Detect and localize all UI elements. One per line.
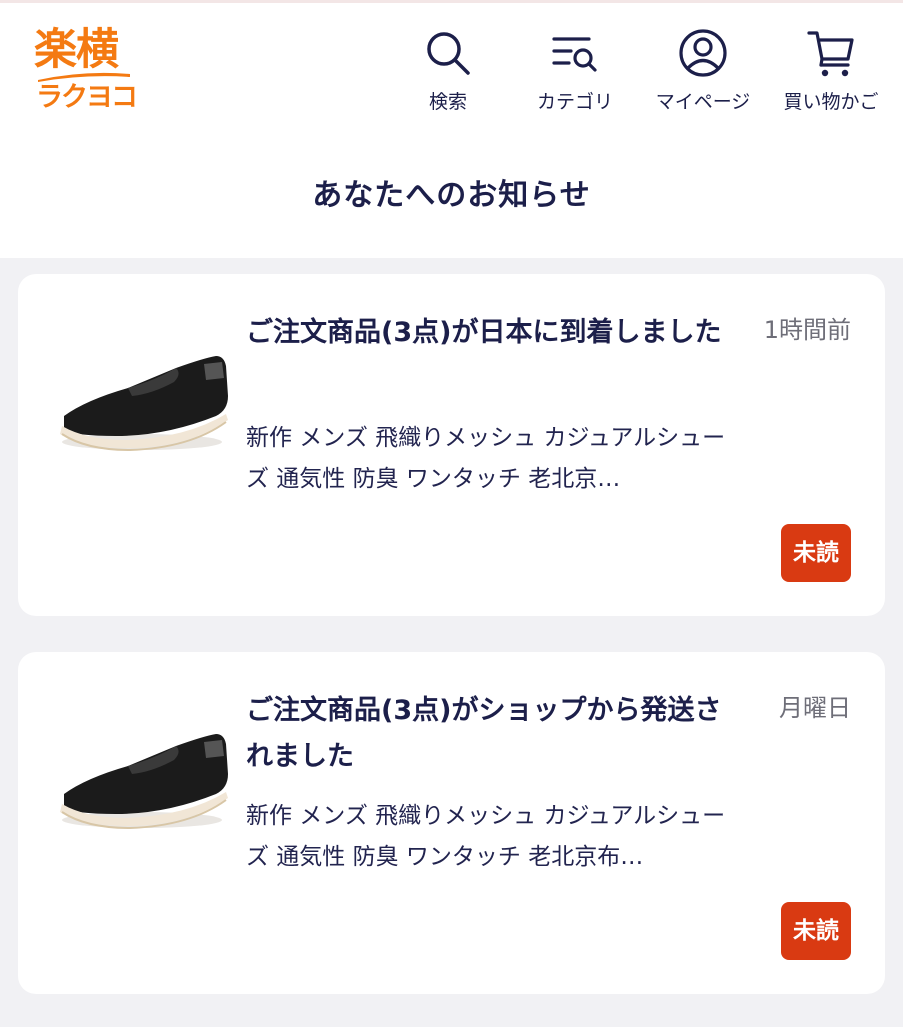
nav-search-label: 検索 — [428, 91, 467, 113]
brand-logo[interactable]: 楽横 ラクヨコ — [34, 25, 138, 119]
cart-icon — [807, 31, 854, 77]
category-search-icon — [552, 37, 597, 72]
notification-list: ご注文商品(3点)が日本に到着しました 1時間前 新作 メンズ 飛織りメッシュ … — [0, 258, 903, 1027]
page-title: あなたへのお知らせ — [312, 178, 591, 213]
nav-cart-label: 買い物かご — [783, 91, 879, 113]
logo-kana: ラクヨコ — [36, 82, 138, 113]
notification-title: ご注文商品(3点)がショップから発送されました — [246, 695, 722, 772]
notification-title: ご注文商品(3点)が日本に到着しました — [246, 317, 722, 348]
notification-description: 新作 メンズ 飛織りメッシュ カジュアルシューズ 通気性 防臭 ワンタッチ 老北… — [246, 803, 726, 870]
nav-category-label: カテゴリ — [536, 91, 613, 113]
notification-card[interactable]: ご注文商品(3点)が日本に到着しました 1時間前 新作 メンズ 飛織りメッシュ … — [18, 274, 885, 616]
unread-badge: 未読 — [781, 524, 851, 582]
app-header: 楽横 ラクヨコ 検索 カテゴリ マイページ 買い物かご — [0, 3, 903, 133]
product-thumbnail — [60, 356, 228, 452]
notification-time: 1時間前 — [763, 316, 851, 344]
notification-card[interactable]: ご注文商品(3点)がショップから発送されました 月曜日 新作 メンズ 飛織りメッ… — [18, 652, 885, 994]
search-icon — [427, 32, 470, 75]
nav-cart[interactable]: 買い物かご — [770, 27, 892, 123]
nav-mypage[interactable]: マイページ — [644, 27, 762, 123]
nav-mypage-label: マイページ — [655, 91, 751, 113]
notification-description: 新作 メンズ 飛織りメッシュ カジュアルシューズ 通気性 防臭 ワンタッチ 老北… — [246, 425, 726, 492]
nav-category[interactable]: カテゴリ — [520, 27, 630, 123]
user-icon — [679, 29, 727, 77]
unread-badge: 未読 — [781, 902, 851, 960]
page-title-section: あなたへのお知らせ — [0, 160, 903, 232]
nav-search[interactable]: 検索 — [402, 27, 494, 123]
product-thumbnail — [60, 734, 228, 830]
notification-time: 月曜日 — [779, 694, 851, 722]
